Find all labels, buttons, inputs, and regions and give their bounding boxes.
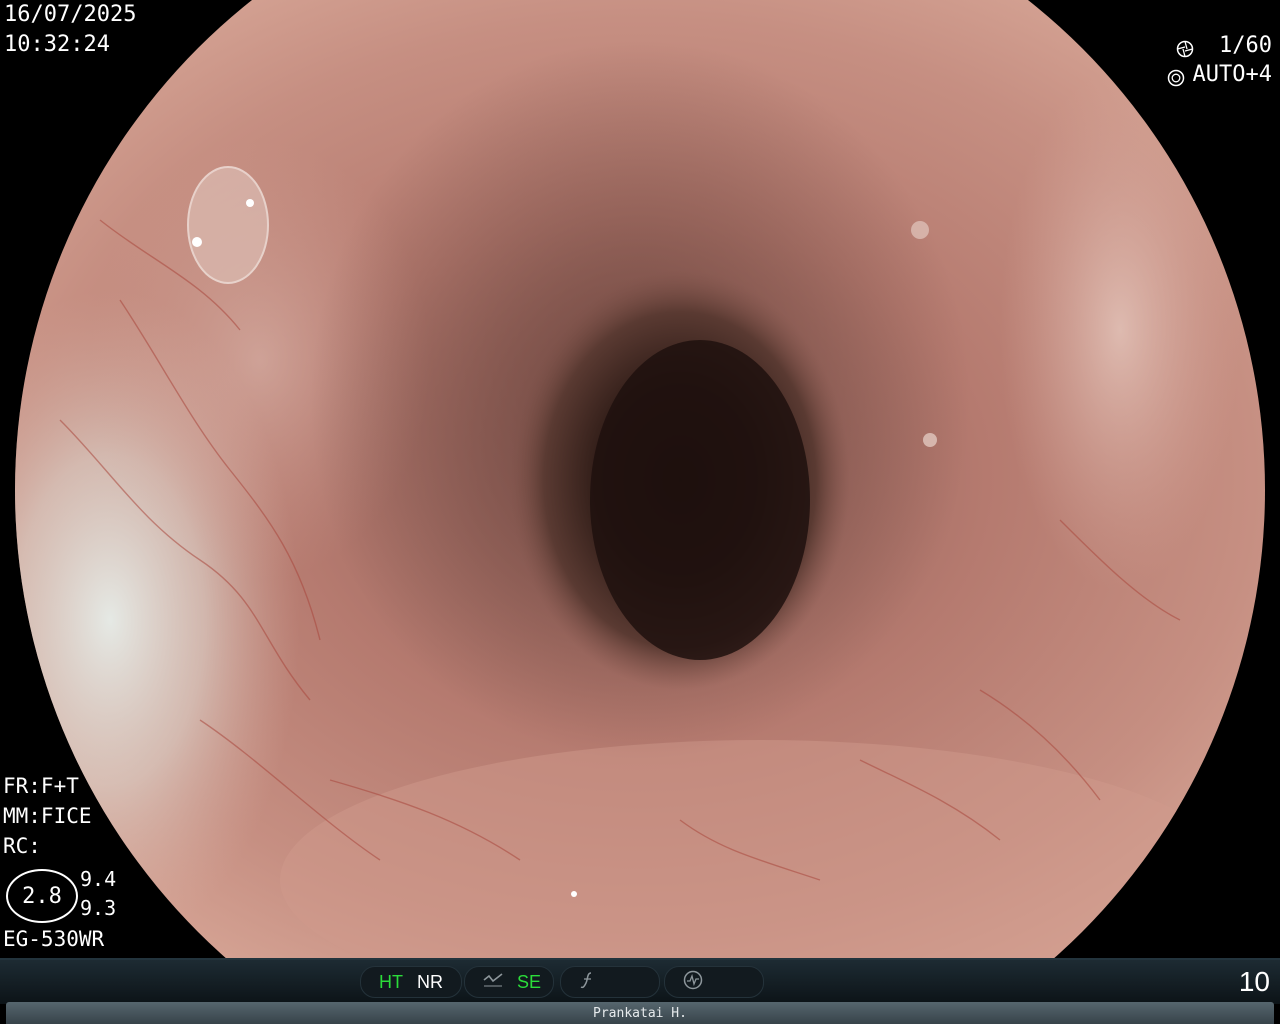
ht-label: HT <box>379 971 403 992</box>
iris-row: AUTO+4 <box>1167 60 1272 90</box>
function-indicator <box>560 966 660 998</box>
magnification-badge: 2.8 <box>6 869 78 923</box>
value-top: 9.4 <box>80 867 117 891</box>
status-bar: HT NR SE <box>0 958 1280 1004</box>
mode-setting: MM:FICE <box>3 804 92 828</box>
shutter-speed: 1/60 <box>1219 33 1272 58</box>
se-label: SE <box>517 971 542 992</box>
value-bottom: 9.3 <box>80 896 117 920</box>
nr-label: NR <box>417 971 443 992</box>
endoscopic-image <box>0 0 1280 958</box>
frame-setting: FR:F+T <box>3 774 79 798</box>
iris-mode: AUTO+4 <box>1192 62 1272 87</box>
enhance-curve-icon <box>483 972 503 993</box>
esophagus-lumen-image <box>0 0 1280 958</box>
shutter-row: 1/60 <box>1176 31 1272 61</box>
exam-date: 16/07/2025 <box>4 2 137 27</box>
waveform-icon <box>683 970 703 995</box>
page-number: 10 <box>1238 966 1270 997</box>
exam-time: 10:32:24 <box>4 32 110 57</box>
iris-icon <box>1167 66 1185 87</box>
se-indicator: SE <box>464 966 554 998</box>
waveform-indicator <box>664 966 764 998</box>
endoscopy-screen: 16/07/2025 10:32:24 1/60 AUTO+4 FR:F+T M… <box>0 0 1280 1024</box>
ht-nr-indicator: HT NR <box>360 966 462 998</box>
patient-name: Prankatai H. <box>6 1002 1274 1024</box>
rc-setting: RC: <box>3 834 41 858</box>
scope-model: EG-530WR <box>3 927 105 951</box>
function-icon <box>579 971 597 994</box>
aperture-icon <box>1176 37 1194 58</box>
